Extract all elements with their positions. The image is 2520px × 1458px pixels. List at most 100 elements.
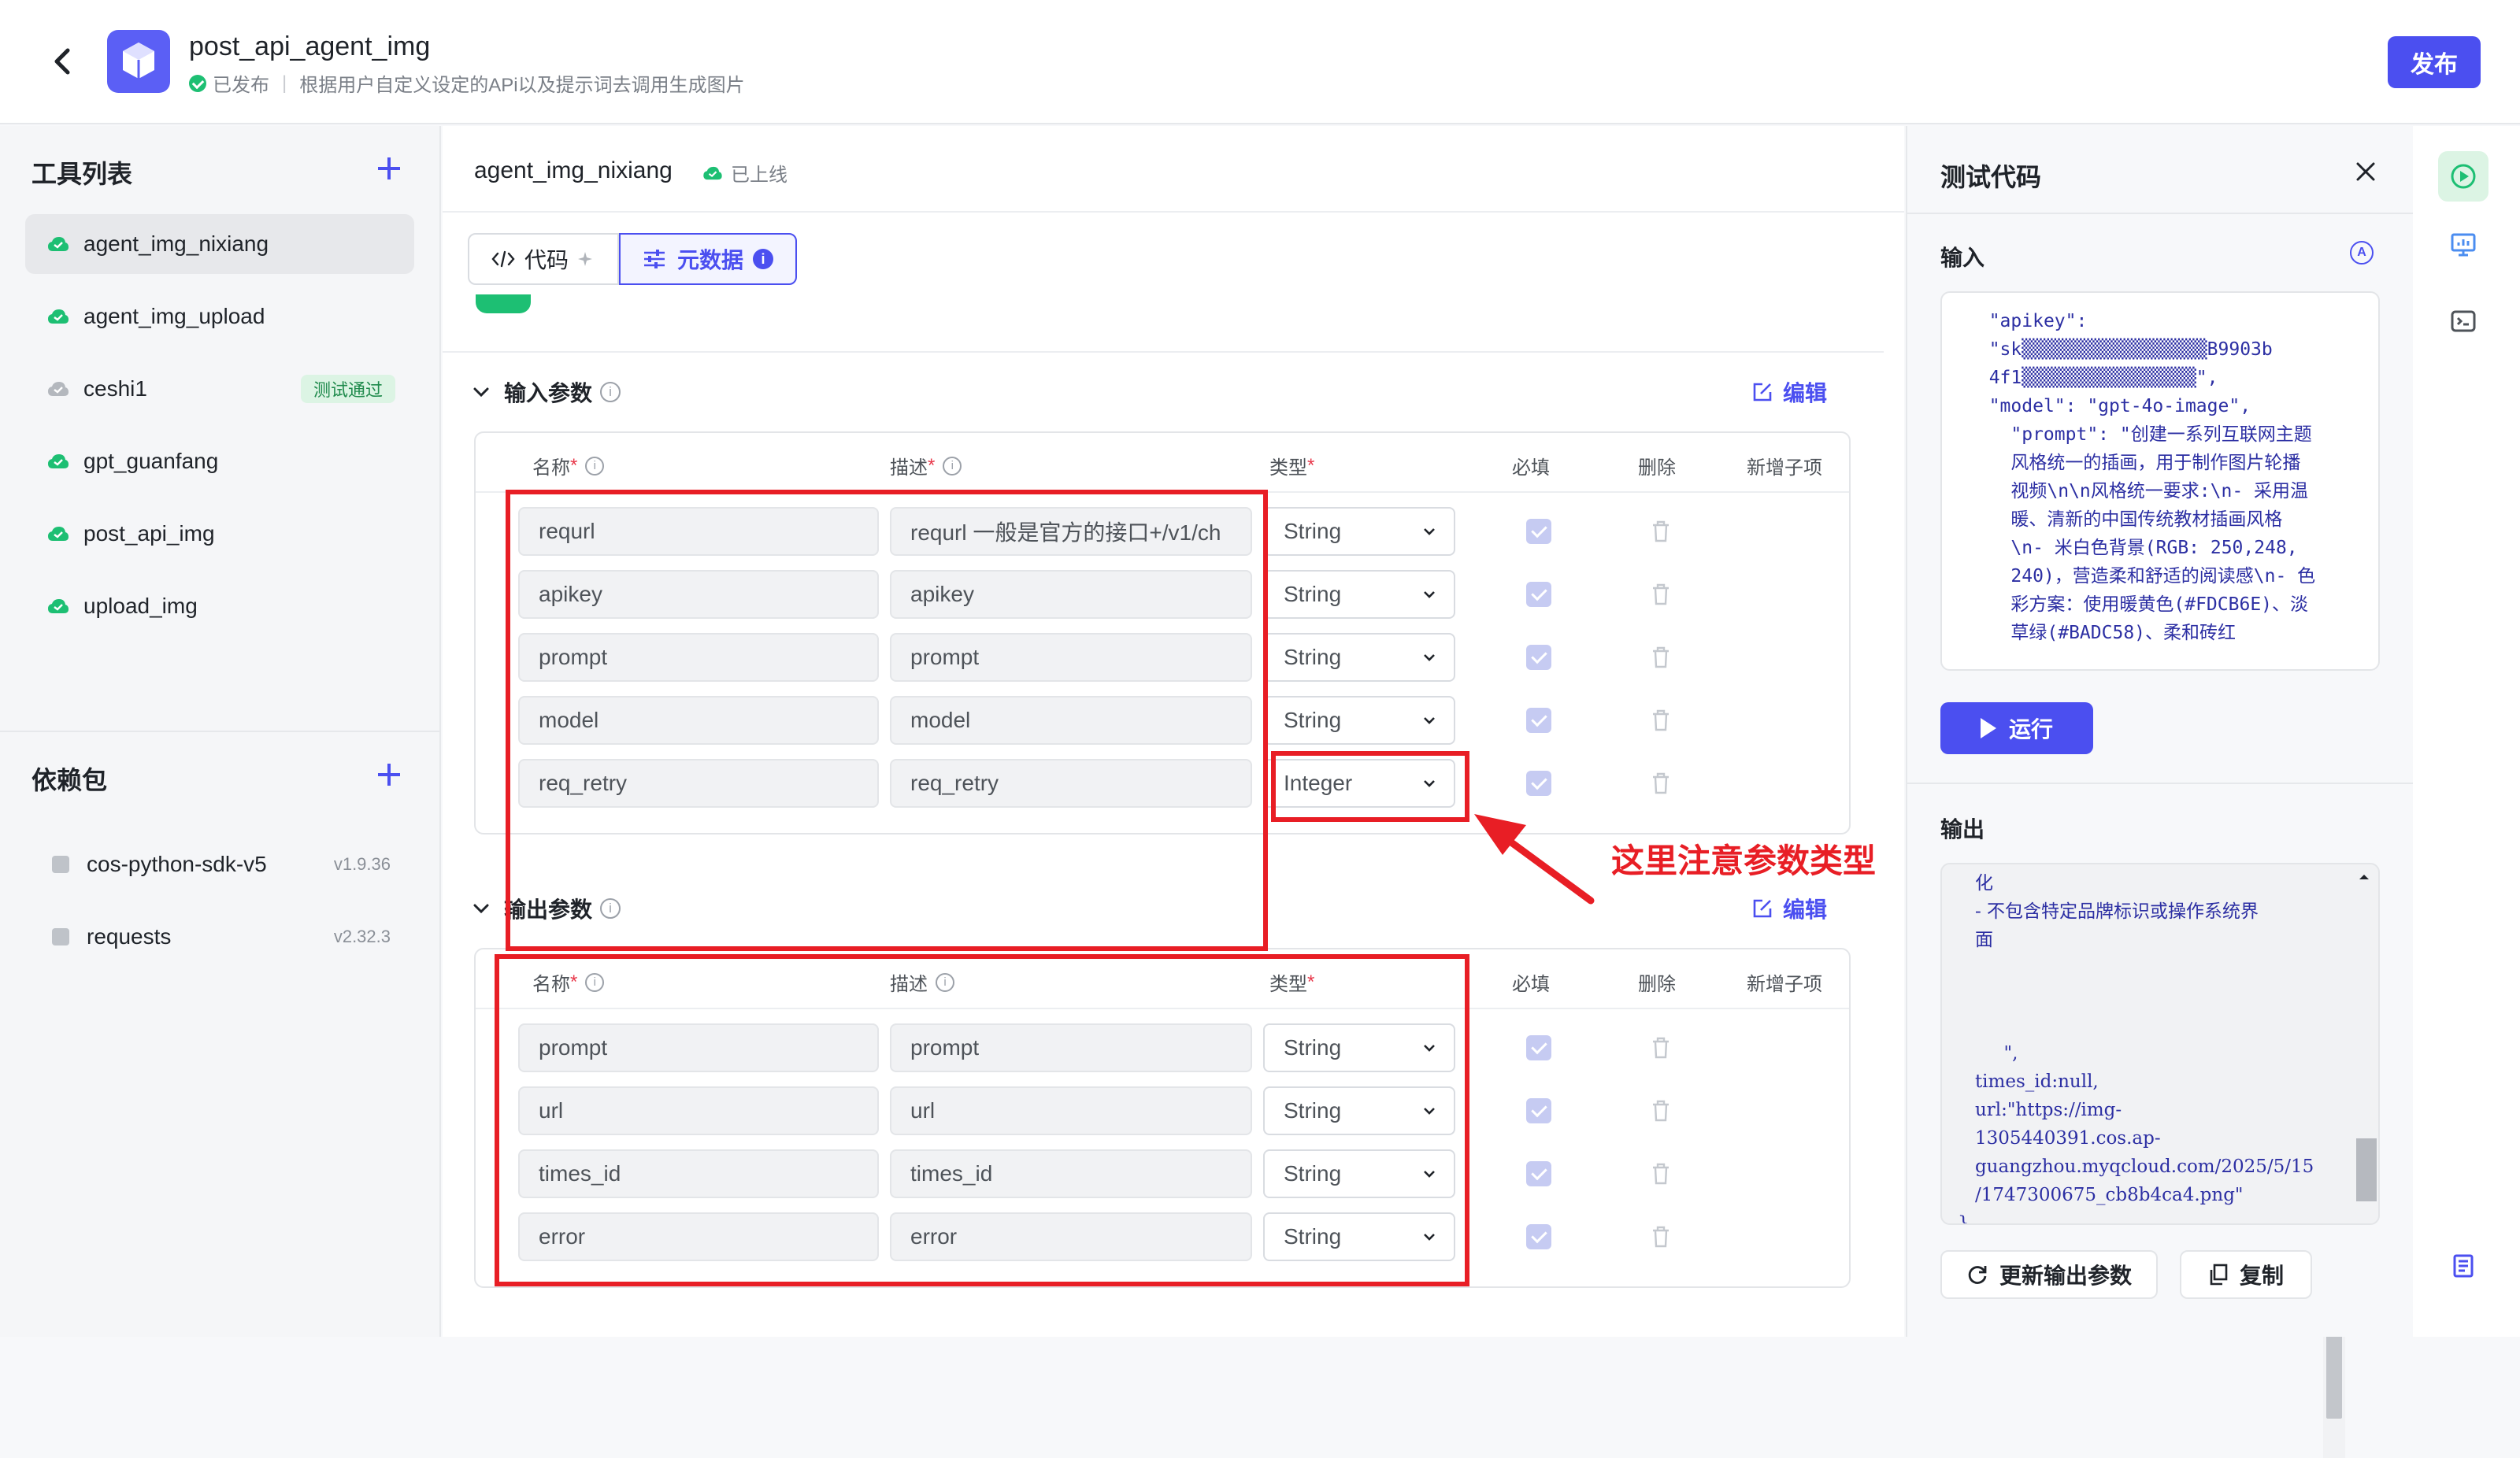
required-checkbox[interactable] xyxy=(1526,708,1551,733)
param-type-select[interactable]: String xyxy=(1263,633,1455,682)
tool-name: agent_img_nixiang xyxy=(474,157,673,183)
publish-button[interactable]: 发布 xyxy=(2388,36,2481,88)
tool-item-post-api-img[interactable]: post_api_img xyxy=(25,504,414,564)
edit-icon xyxy=(1753,899,1772,918)
package-icon xyxy=(52,856,69,873)
back-arrow-icon[interactable] xyxy=(44,43,82,80)
play-icon xyxy=(1980,718,1996,738)
annotation-box-output xyxy=(495,954,1469,1286)
trash-icon[interactable] xyxy=(1651,1225,1671,1249)
trash-icon[interactable] xyxy=(1651,646,1671,669)
trash-icon[interactable] xyxy=(1651,1036,1671,1060)
cloud-check-icon xyxy=(48,527,69,541)
dependency-item[interactable]: cos-python-sdk-v5 v1.9.36 xyxy=(25,834,414,894)
info-icon: i xyxy=(600,382,621,402)
edit-output-params-button[interactable]: 编辑 xyxy=(1751,893,1827,924)
docs-icon[interactable] xyxy=(2438,1241,2488,1291)
package-icon xyxy=(52,928,69,945)
info-icon: i xyxy=(753,249,774,269)
col-delete: 删除 xyxy=(1638,457,1676,479)
trash-icon[interactable] xyxy=(1651,583,1671,606)
info-icon: i xyxy=(585,456,605,476)
scroll-up-icon[interactable] xyxy=(2355,871,2374,883)
output-label: 输出 xyxy=(1940,817,1985,842)
required-checkbox[interactable] xyxy=(1526,582,1551,607)
tool-item-ceshi1[interactable]: ceshi1 测试通过 xyxy=(25,359,414,419)
tool-label: gpt_guanfang xyxy=(83,449,219,473)
param-type-value: String xyxy=(1284,582,1342,606)
cloud-check-icon xyxy=(48,237,69,251)
tool-item-agent-img-nixiang[interactable]: agent_img_nixiang xyxy=(25,214,414,274)
param-type-select[interactable]: String xyxy=(1263,696,1455,745)
required-checkbox[interactable] xyxy=(1526,1035,1551,1060)
required-checkbox[interactable] xyxy=(1526,1161,1551,1186)
trash-icon[interactable] xyxy=(1651,709,1671,732)
publish-status: 已发布 xyxy=(213,75,269,96)
col-add-child: 新增子项 xyxy=(1747,974,1822,995)
published-check-icon xyxy=(189,74,206,92)
dependency-name: requests xyxy=(87,924,172,949)
add-dependency-plus-icon[interactable] xyxy=(375,760,403,789)
edit-input-params-button[interactable]: 编辑 xyxy=(1751,376,1827,408)
test-passed-badge: 测试通过 xyxy=(300,375,395,403)
add-tool-plus-icon[interactable] xyxy=(375,154,403,183)
required-checkbox[interactable] xyxy=(1526,645,1551,670)
copy-icon xyxy=(2210,1264,2228,1286)
edit-label: 编辑 xyxy=(1783,381,1828,405)
toggle-switch[interactable] xyxy=(476,294,531,313)
test-output-code: 化 - 不包含特定品牌标识或操作系统界 面 ", times_id:null, … xyxy=(1958,873,2314,1225)
top-bar: post_api_agent_img 已发布 | 根据用户自定义设定的APi以及… xyxy=(0,0,2520,124)
monitor-icon[interactable] xyxy=(2438,220,2488,271)
dependency-name: cos-python-sdk-v5 xyxy=(87,852,267,876)
tool-label: ceshi1 xyxy=(83,376,147,401)
trash-icon[interactable] xyxy=(1651,1162,1671,1186)
terminal-icon[interactable] xyxy=(2438,296,2488,346)
app-logo-icon xyxy=(107,30,170,93)
update-output-params-button[interactable]: 更新输出参数 xyxy=(1940,1250,2158,1299)
param-type-select[interactable]: String xyxy=(1263,507,1455,556)
annotation-box-names xyxy=(506,490,1268,951)
info-icon: i xyxy=(943,456,962,476)
test-panel: 测试代码 输入 A "apikey": "sk▒▒▒▒▒▒▒▒▒▒▒▒▒▒▒▒▒… xyxy=(1906,126,2413,1337)
required-checkbox[interactable] xyxy=(1526,1098,1551,1123)
test-output-viewer[interactable]: 化 - 不包含特定品牌标识或操作系统界 面 ", times_id:null, … xyxy=(1940,863,2380,1225)
deps-section-title: 依赖包 xyxy=(32,766,108,794)
scrollbar-thumb[interactable] xyxy=(2356,1138,2377,1201)
separator: | xyxy=(282,72,287,94)
required-checkbox[interactable] xyxy=(1526,771,1551,796)
close-icon[interactable] xyxy=(2351,157,2380,186)
required-checkbox[interactable] xyxy=(1526,519,1551,544)
sparkle-icon xyxy=(578,252,593,266)
run-button[interactable]: 运行 xyxy=(1940,702,2093,754)
col-delete: 删除 xyxy=(1638,974,1676,995)
dependency-item[interactable]: requests v2.32.3 xyxy=(25,907,414,967)
ai-assist-icon[interactable]: A xyxy=(2350,241,2374,265)
divider xyxy=(1907,213,2413,214)
tool-label: agent_img_nixiang xyxy=(83,231,269,256)
param-type-select[interactable]: String xyxy=(1263,570,1455,619)
tool-item-agent-img-upload[interactable]: agent_img_upload xyxy=(25,287,414,346)
divider xyxy=(0,731,439,732)
trash-icon[interactable] xyxy=(1651,520,1671,543)
table-header: 名称 * i 描述 * i 类型 * 必填 删除 新增子项 xyxy=(476,433,1849,493)
required-checkbox[interactable] xyxy=(1526,1224,1551,1249)
cloud-check-icon xyxy=(48,309,69,324)
trash-icon[interactable] xyxy=(1651,772,1671,795)
output-scrollbar[interactable] xyxy=(2355,871,2377,1217)
tab-metadata-label: 元数据 xyxy=(677,248,744,272)
trash-icon[interactable] xyxy=(1651,1099,1671,1123)
tool-item-upload-img[interactable]: upload_img xyxy=(25,576,414,636)
col-required: 必填 xyxy=(1512,974,1550,995)
tool-item-gpt-guanfang[interactable]: gpt_guanfang xyxy=(25,431,414,491)
publish-status-row: 已发布 | 根据用户自定义设定的APi以及提示词去调用生成图片 xyxy=(189,69,745,97)
run-panel-icon[interactable] xyxy=(2438,151,2488,202)
param-type-value: String xyxy=(1284,645,1342,669)
input-params-header[interactable]: 输入参数 i xyxy=(471,376,621,408)
metadata-editor: agent_img_nixiang 已上线 代码 元数据 i 输入参数 i 编辑… xyxy=(443,126,2345,1458)
tab-code[interactable]: 代码 xyxy=(468,233,620,285)
chevron-down-icon xyxy=(1424,528,1435,535)
app-title: post_api_agent_img xyxy=(189,31,431,61)
copy-button[interactable]: 复制 xyxy=(2180,1250,2312,1299)
test-input-editor[interactable]: "apikey": "sk▒▒▒▒▒▒▒▒▒▒▒▒▒▒▒▒▒B9903b 4f1… xyxy=(1940,291,2380,671)
tab-metadata[interactable]: 元数据 i xyxy=(619,233,798,285)
